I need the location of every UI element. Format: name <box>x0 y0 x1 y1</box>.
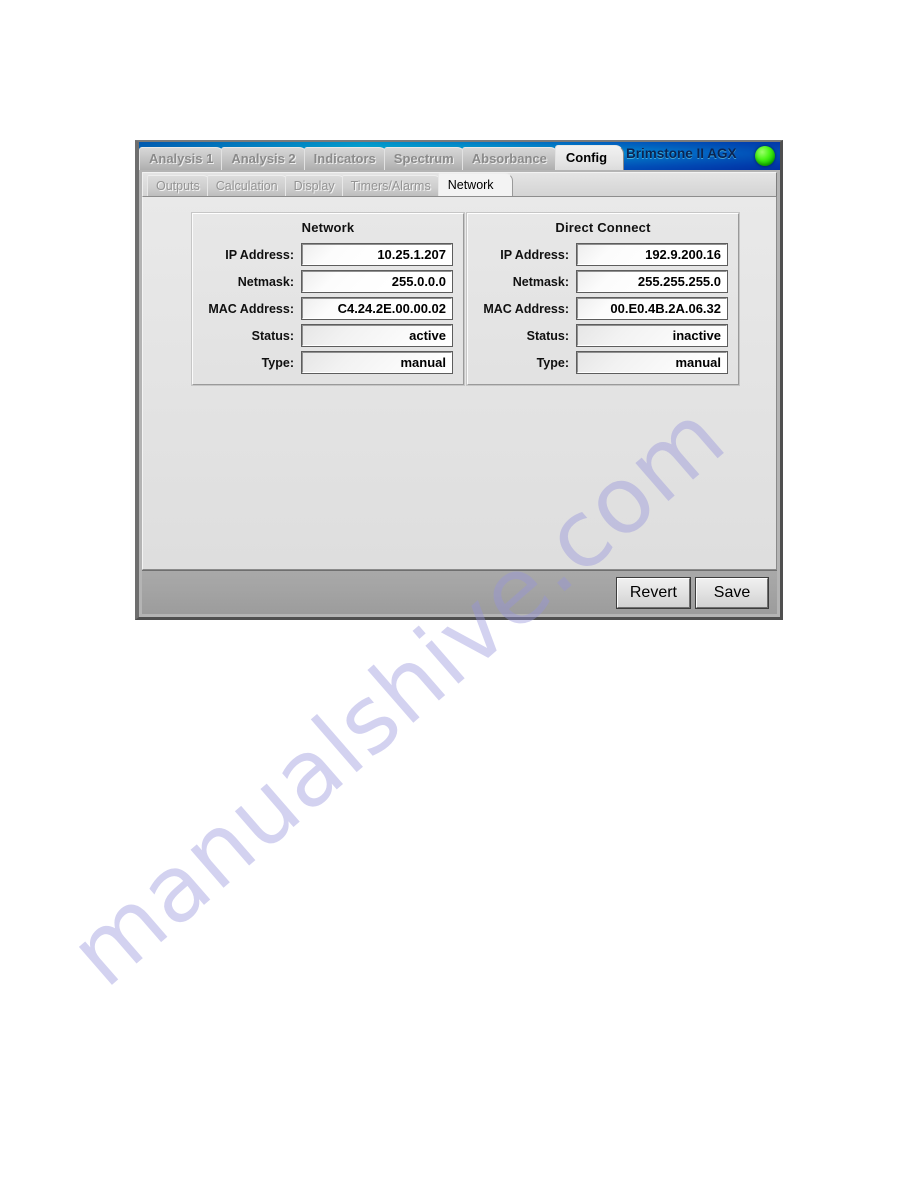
field-label: Status: <box>526 328 569 343</box>
panel-network: Network IP Address: 10.25.1.207 Netmask: 255… <box>191 212 465 386</box>
field-label: Status: <box>251 328 294 343</box>
field-label: Type: <box>261 355 294 370</box>
network-settings-pane: Network IP Address: 10.25.1.207 Netmask: 255… <box>142 197 777 570</box>
secondary-tab-list: Outputs Calculation Display Timers/Alarms Ne… <box>147 173 513 196</box>
tab-spectrum[interactable]: Spectrum <box>383 147 466 170</box>
dialog-button-bar: Revert Save <box>142 570 777 614</box>
field-label: Netmask: <box>512 274 569 289</box>
field-value-netmask[interactable]: 255.0.0.0 <box>301 270 453 293</box>
window-title: Brimstone II AGX <box>626 146 737 161</box>
field-label: Type: <box>536 355 569 370</box>
primary-tab-bar: Analysis 1 Analysis 2 Indicators Spectrum Ab… <box>139 145 625 170</box>
application-window: Analysis 1 Analysis 2 Indicators Spectrum Ab… <box>135 140 783 620</box>
title-bar: Analysis 1 Analysis 2 Indicators Spectrum Ab… <box>139 142 780 170</box>
field-label: IP Address: <box>225 247 294 262</box>
field-row: Status: active <box>204 324 453 347</box>
field-row: Status: inactive <box>479 324 728 347</box>
subtab-network[interactable]: Network <box>437 173 513 196</box>
subtab-display[interactable]: Display <box>284 175 346 196</box>
subtab-outputs[interactable]: Outputs <box>147 175 211 196</box>
field-row: Type: manual <box>479 351 728 374</box>
tab-absorbance[interactable]: Absorbance <box>461 147 559 170</box>
field-value-mac-address[interactable]: C4.24.2E.00.00.02 <box>301 297 453 320</box>
field-row: MAC Address: C4.24.2E.00.00.02 <box>204 297 453 320</box>
field-value-netmask[interactable]: 255.255.255.0 <box>576 270 728 293</box>
tab-analysis-2[interactable]: Analysis 2 <box>221 147 308 170</box>
panel-title: Direct Connect <box>555 220 651 235</box>
tab-analysis-1[interactable]: Analysis 1 <box>139 147 226 170</box>
field-row: Type: manual <box>204 351 453 374</box>
green-led-icon <box>755 146 775 166</box>
subtab-timers-alarms[interactable]: Timers/Alarms <box>341 175 442 196</box>
field-row: IP Address: 10.25.1.207 <box>204 243 453 266</box>
secondary-tab-bar: Outputs Calculation Display Timers/Alarms Ne… <box>142 172 777 197</box>
panel-title: Network <box>301 220 355 235</box>
field-value-ip-address[interactable]: 192.9.200.16 <box>576 243 728 266</box>
panel-direct-connect: Direct Connect IP Address: 192.9.200.16 Net… <box>466 212 740 386</box>
tab-indicators[interactable]: Indicators <box>303 147 388 170</box>
field-value-type: manual <box>301 351 453 374</box>
revert-button[interactable]: Revert <box>615 577 692 609</box>
field-row: MAC Address: 00.E0.4B.2A.06.32 <box>479 297 728 320</box>
field-value-type: manual <box>576 351 728 374</box>
field-value-ip-address[interactable]: 10.25.1.207 <box>301 243 453 266</box>
field-row: Netmask: 255.0.0.0 <box>204 270 453 293</box>
field-label: MAC Address: <box>483 301 569 316</box>
subtab-calculation[interactable]: Calculation <box>206 175 289 196</box>
field-row: IP Address: 192.9.200.16 <box>479 243 728 266</box>
field-label: IP Address: <box>500 247 569 262</box>
settings-panel-row: Network IP Address: 10.25.1.207 Netmask: 255… <box>191 212 740 386</box>
field-value-status: inactive <box>576 324 728 347</box>
save-button[interactable]: Save <box>695 577 769 609</box>
field-label: Netmask: <box>237 274 294 289</box>
field-row: Netmask: 255.255.255.0 <box>479 270 728 293</box>
field-value-mac-address[interactable]: 00.E0.4B.2A.06.32 <box>576 297 728 320</box>
dialog-button-group: Revert Save <box>615 577 769 609</box>
field-value-status: active <box>301 324 453 347</box>
tab-config[interactable]: Config <box>554 145 625 170</box>
field-label: MAC Address: <box>208 301 294 316</box>
